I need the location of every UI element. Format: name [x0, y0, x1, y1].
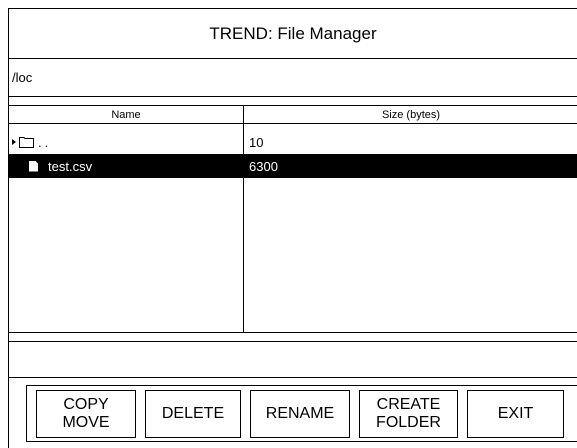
column-header-name[interactable]: Name — [9, 106, 243, 124]
copy-move-button[interactable]: COPY MOVE — [36, 390, 136, 438]
create-folder-button[interactable]: CREATE FOLDER — [359, 390, 458, 438]
file-size: 6300 — [249, 158, 278, 174]
folder-icon — [19, 136, 34, 148]
file-name: .. — [38, 134, 52, 150]
file-row-selected[interactable]: test.csv 6300 — [9, 154, 577, 178]
delete-button[interactable]: DELETE — [145, 390, 241, 438]
exit-button[interactable]: EXIT — [467, 390, 564, 438]
file-name: test.csv — [48, 158, 93, 174]
status-bar — [9, 342, 577, 378]
divider — [9, 97, 577, 106]
path-field[interactable]: /loc — [9, 59, 577, 97]
file-row-parent[interactable]: .. 10 — [9, 130, 577, 154]
column-header-size[interactable]: Size (bytes) — [244, 106, 577, 124]
file-list: Name Size (bytes) .. 10 test.csv 6300 — [9, 106, 577, 333]
window-title: TREND: File Manager — [9, 9, 577, 59]
button-group: COPY MOVE DELETE RENAME CREATE FOLDER EX… — [26, 385, 577, 442]
file-size: 10 — [249, 134, 264, 150]
button-bar: COPY MOVE DELETE RENAME CREATE FOLDER EX… — [9, 378, 577, 448]
file-manager-window: TREND: File Manager /loc Name Size (byte… — [8, 8, 577, 448]
file-icon — [29, 160, 38, 172]
expand-arrow-icon — [12, 139, 16, 145]
rename-button[interactable]: RENAME — [250, 390, 350, 438]
divider — [9, 333, 577, 342]
